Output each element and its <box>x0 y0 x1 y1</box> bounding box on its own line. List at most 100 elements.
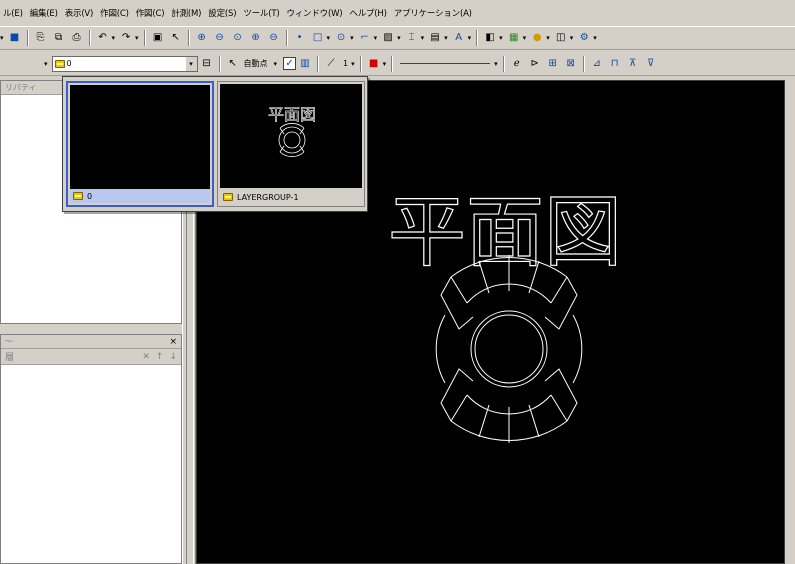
settings-icon[interactable]: ⚙ <box>576 30 592 46</box>
save-icon[interactable]: ■ <box>7 30 23 46</box>
line-weight-value[interactable]: 1 <box>343 59 348 68</box>
properties-icon[interactable]: ▣ <box>150 30 166 46</box>
layer-state-icon[interactable]: ⊿ <box>589 56 605 72</box>
move-up-icon[interactable]: ↑ <box>156 352 164 362</box>
bottom-blade-2 <box>550 394 568 422</box>
toolbar-separator <box>187 30 190 46</box>
circle-icon[interactable]: ⊙ <box>333 30 349 46</box>
toolbar-separator <box>502 55 505 72</box>
menu-draw-2[interactable]: 作図(C) <box>133 7 169 19</box>
thumbnail-pump-symbol <box>278 123 306 157</box>
layer-thumbnail-1[interactable]: 平面図 LAYERGROUP-1 <box>217 81 365 207</box>
layer-walk-icon[interactable]: ⊼ <box>625 56 641 72</box>
paste-icon[interactable]: ⧉ <box>51 30 67 46</box>
redo-icon[interactable]: ↷ <box>118 30 134 46</box>
menu-help[interactable]: ヘルプ(H) <box>346 7 390 19</box>
menu-applications[interactable]: アプリケーション(A) <box>391 7 476 19</box>
menu-settings[interactable]: 設定(S) <box>205 7 240 19</box>
layer-tree-panel-title: 〜 <box>5 337 13 346</box>
image-icon[interactable]: ▦ <box>506 30 522 46</box>
linetype-dropdown-icon[interactable]: ▾ <box>494 60 498 68</box>
settings-dropdown-icon[interactable]: ▾ <box>593 34 597 42</box>
dimension-icon[interactable]: ⌶ <box>404 30 420 46</box>
menu-edit[interactable]: 編集(E) <box>27 7 62 19</box>
layout-icon[interactable]: ◧ <box>482 30 498 46</box>
standard-toolbar: ▾ ■ ⎘ ⧉ ⎙ ↶ ▾ ↷ ▾ ▣ ↖ ⊕ ⊖ ⊙ ⊕ ⊖ • □ ▾ ⊙ ▾ ⌐ ▾… <box>0 26 795 50</box>
match-properties-icon[interactable]: ℯ <box>509 56 525 72</box>
move-down-icon[interactable]: ↓ <box>169 352 177 362</box>
menu-file[interactable]: ル(E) <box>0 7 27 19</box>
undo-dropdown-icon[interactable]: ▾ <box>112 34 116 42</box>
close-icon[interactable]: × <box>169 337 177 347</box>
line-weight-icon[interactable]: ⟋ <box>323 56 339 72</box>
layer-thumbnail-label: 0 <box>87 191 93 201</box>
circle-dropdown-icon[interactable]: ▾ <box>350 34 354 42</box>
color-dropdown-icon[interactable]: ▾ <box>383 60 387 68</box>
print-icon[interactable]: ⎙ <box>69 30 85 46</box>
toolbar-dropdown-arrow[interactable]: ▾ <box>44 60 48 68</box>
toolbar-separator <box>218 55 221 72</box>
toolbar-separator <box>391 55 394 72</box>
layer-on-icon[interactable]: ⊳ <box>527 56 543 72</box>
object-dropdown-icon[interactable]: ▾ <box>546 34 550 42</box>
left-notch-bottom <box>440 368 474 422</box>
help-pointer-icon[interactable]: ↖ <box>168 30 184 46</box>
polyline-dropdown-icon[interactable]: ▾ <box>374 34 378 42</box>
block-dropdown-icon[interactable]: ▾ <box>444 34 448 42</box>
hatch-icon[interactable]: ▨ <box>380 30 396 46</box>
block-icon[interactable]: ▤ <box>427 30 443 46</box>
copy-icon[interactable]: ⎘ <box>33 30 49 46</box>
rectangle-dropdown-icon[interactable]: ▾ <box>327 34 331 42</box>
object-icon[interactable]: ● <box>529 30 545 46</box>
right-edge-bar <box>785 80 795 564</box>
delete-icon[interactable]: ✕ <box>142 352 150 362</box>
undo-icon[interactable]: ↶ <box>95 30 111 46</box>
layout-dropdown-icon[interactable]: ▾ <box>499 34 503 42</box>
snap-mode-dropdown-icon[interactable]: ▾ <box>274 60 278 68</box>
snap-mode-label[interactable]: 自動点 <box>244 58 268 69</box>
layer-combobox-value: 0 <box>66 59 72 68</box>
text-dropdown-icon[interactable]: ▾ <box>468 34 472 42</box>
outer-ring-left <box>435 314 446 384</box>
menu-bar: ル(E) 編集(E) 表示(V) 作図(C) 作図(C) 計測(M) 設定(S)… <box>0 4 795 22</box>
rectangle-icon[interactable]: □ <box>310 30 326 46</box>
menu-window[interactable]: ウィンドウ(W) <box>283 7 346 19</box>
image-dropdown-icon[interactable]: ▾ <box>523 34 527 42</box>
layer-icon <box>54 59 65 68</box>
layer-manager-icon[interactable]: ⊟ <box>199 56 215 72</box>
toolbar-dropdown-arrow[interactable]: ▾ <box>0 34 4 42</box>
zoom-window-icon[interactable]: ⊙ <box>230 30 246 46</box>
menu-view[interactable]: 表示(V) <box>62 7 97 19</box>
zoom-previous-icon[interactable]: ⊖ <box>266 30 282 46</box>
view-dropdown-icon[interactable]: ▾ <box>570 34 574 42</box>
point-icon[interactable]: • <box>292 30 308 46</box>
zoom-out-icon[interactable]: ⊖ <box>212 30 228 46</box>
cursor-icon[interactable]: ↖ <box>225 56 241 72</box>
layer-isolate-icon[interactable]: ⊠ <box>563 56 579 72</box>
redo-dropdown-icon[interactable]: ▾ <box>135 34 139 42</box>
view-icon[interactable]: ◫ <box>553 30 569 46</box>
layer-thumbnail-0[interactable]: 0 <box>66 81 214 207</box>
zoom-in-icon[interactable]: ⊕ <box>194 30 210 46</box>
layer-filter-icon[interactable]: ⊓ <box>607 56 623 72</box>
menu-tools[interactable]: ツール(T) <box>240 7 283 19</box>
bottom-blade-1 <box>450 394 468 422</box>
hatch-dropdown-icon[interactable]: ▾ <box>397 34 401 42</box>
layer-thumbnail-label: LAYERGROUP-1 <box>237 192 299 202</box>
text-icon[interactable]: A <box>451 30 467 46</box>
menu-draw[interactable]: 作図(C) <box>97 7 133 19</box>
layer-lock-icon[interactable]: ⊞ <box>545 56 561 72</box>
linetype-sample[interactable] <box>400 63 491 64</box>
layer-previous-icon[interactable]: ⊽ <box>643 56 659 72</box>
line-weight-dropdown-icon[interactable]: ▾ <box>351 60 355 68</box>
snap-checkbox[interactable]: ✓ <box>283 57 297 70</box>
color-swatch-icon[interactable]: ■ <box>366 56 382 72</box>
dimension-dropdown-icon[interactable]: ▾ <box>421 34 425 42</box>
zoom-extents-icon[interactable]: ⊕ <box>248 30 264 46</box>
toolbar-separator <box>476 30 479 46</box>
polyline-icon[interactable]: ⌐ <box>357 30 373 46</box>
grid-icon[interactable]: ▥ <box>297 56 313 72</box>
menu-measure[interactable]: 計測(M) <box>168 7 205 19</box>
chevron-down-icon[interactable]: ▾ <box>184 56 197 71</box>
layer-combobox[interactable]: 0 ▾ <box>51 55 198 72</box>
